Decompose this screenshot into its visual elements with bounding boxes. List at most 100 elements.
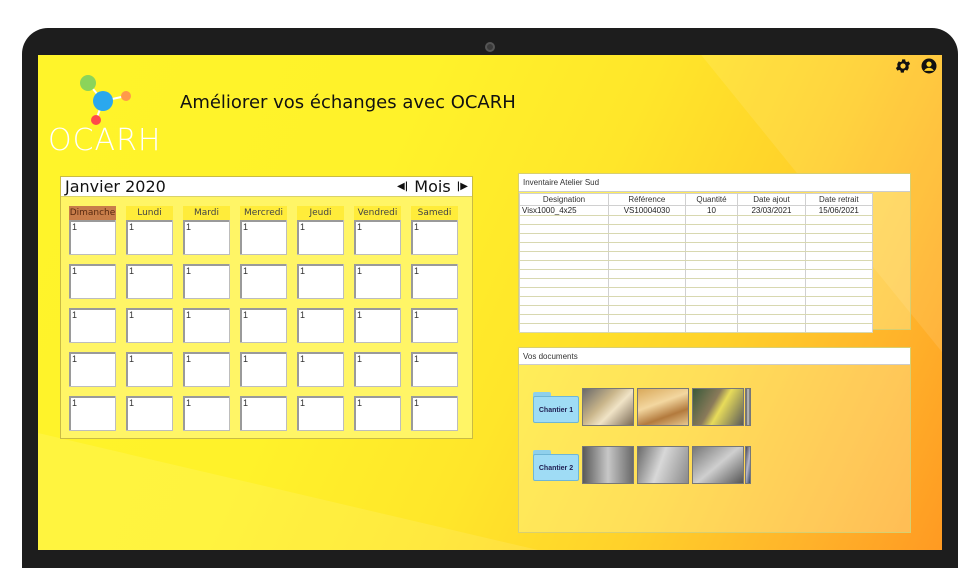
photo-thumbnail[interactable] — [745, 446, 751, 484]
ocarh-logo: OCARH — [48, 73, 163, 158]
table-row[interactable] — [518, 305, 874, 315]
app-screen: OCARH Améliorer vos échanges avec OCARH … — [38, 55, 942, 550]
calendar-day-cell[interactable]: 1 — [69, 396, 116, 431]
calendar-day-cell[interactable]: 1 — [240, 352, 287, 387]
calendar-day-cell[interactable]: 1 — [354, 352, 401, 387]
calendar-day-cell[interactable]: 1 — [126, 308, 173, 343]
calendar-day-cell[interactable]: 1 — [297, 308, 344, 343]
inventory-title: Inventaire Atelier Sud — [519, 174, 910, 192]
table-cell — [518, 296, 610, 306]
photo-thumbnail[interactable] — [582, 446, 634, 484]
table-cell — [608, 314, 686, 324]
calendar-header: Janvier 2020 ◀| Mois |▶ — [61, 177, 472, 197]
table-cell — [518, 215, 610, 225]
table-cell — [737, 242, 806, 252]
calendar-day-cell[interactable]: 1 — [126, 396, 173, 431]
calendar-day-cell[interactable]: 1 — [240, 220, 287, 255]
calendar-day-cell[interactable]: 1 — [69, 220, 116, 255]
logo-text: OCARH — [48, 123, 162, 158]
calendar-day-cell[interactable]: 1 — [240, 264, 287, 299]
calendar-day-cell[interactable]: 1 — [69, 352, 116, 387]
table-cell — [684, 296, 739, 306]
table-row[interactable] — [518, 224, 874, 234]
table-cell: 15/06/2021 — [804, 205, 874, 216]
table-row[interactable] — [518, 233, 874, 243]
table-cell — [684, 314, 739, 324]
calendar-day-cell[interactable]: 1 — [411, 352, 458, 387]
calendar-day-cell[interactable]: 1 — [183, 396, 230, 431]
table-cell — [518, 269, 610, 279]
calendar-day-cell[interactable]: 1 — [69, 264, 116, 299]
table-cell — [804, 323, 874, 333]
calendar-day-cell[interactable]: 1 — [183, 352, 230, 387]
calendar-day-cell[interactable]: 1 — [411, 396, 458, 431]
documents-panel: Vos documents Chantier 1 Chantier 2 — [518, 347, 911, 533]
table-cell — [518, 224, 610, 234]
calendar-day-cell[interactable]: 1 — [126, 264, 173, 299]
photo-thumbnail[interactable] — [637, 388, 689, 426]
table-cell — [684, 287, 739, 297]
table-row[interactable] — [518, 251, 874, 261]
calendar-day-cell[interactable]: 1 — [297, 352, 344, 387]
user-icon[interactable] — [920, 57, 938, 75]
table-row[interactable] — [518, 260, 874, 270]
photo-thumbnail[interactable] — [692, 388, 744, 426]
table-row[interactable] — [518, 242, 874, 252]
calendar-day-cell[interactable]: 1 — [126, 220, 173, 255]
calendar-day-cell[interactable]: 1 — [183, 220, 230, 255]
table-cell: VS10004030 — [608, 205, 686, 216]
calendar-view-label[interactable]: Mois — [414, 177, 450, 196]
table-cell — [518, 287, 610, 297]
calendar-day-cell[interactable]: 1 — [354, 220, 401, 255]
next-icon[interactable]: |▶ — [457, 181, 468, 192]
photo-thumbnail[interactable] — [745, 388, 751, 426]
table-cell — [684, 251, 739, 261]
weekday-mercredi: Mercredi — [240, 206, 287, 220]
calendar-day-cell[interactable]: 1 — [297, 264, 344, 299]
weekday-jeudi: Jeudi — [297, 206, 344, 220]
table-cell — [518, 260, 610, 270]
table-cell — [684, 269, 739, 279]
calendar-day-cell[interactable]: 1 — [240, 308, 287, 343]
table-row[interactable] — [518, 323, 874, 333]
table-cell — [804, 224, 874, 234]
photo-thumbnail[interactable] — [637, 446, 689, 484]
table-cell — [804, 260, 874, 270]
folder-chantier-2[interactable]: Chantier 2 — [533, 450, 579, 481]
folder-chantier-1[interactable]: Chantier 1 — [533, 392, 579, 423]
calendar-day-cell[interactable]: 1 — [354, 264, 401, 299]
table-row[interactable] — [518, 287, 874, 297]
calendar-day-cell[interactable]: 1 — [354, 308, 401, 343]
photo-thumbnail[interactable] — [692, 446, 744, 484]
documents-title: Vos documents — [519, 348, 910, 365]
photo-thumbnail[interactable] — [582, 388, 634, 426]
weekday-samedi: Samedi — [411, 206, 458, 220]
calendar-day-cell[interactable]: 1 — [297, 220, 344, 255]
calendar-day-cell[interactable]: 1 — [297, 396, 344, 431]
table-row[interactable] — [518, 278, 874, 288]
table-row[interactable] — [518, 296, 874, 306]
calendar-day-cell[interactable]: 1 — [354, 396, 401, 431]
previous-icon[interactable]: ◀| — [397, 181, 408, 192]
table-row[interactable] — [518, 314, 874, 324]
calendar-day-cell[interactable]: 1 — [411, 308, 458, 343]
table-cell — [518, 278, 610, 288]
table-row[interactable] — [518, 269, 874, 279]
weekday-lundi: Lundi — [126, 206, 173, 220]
table-row[interactable]: Visx1000_4x25 VS10004030 10 23/03/2021 15/06… — [518, 205, 874, 216]
calendar-day-cell[interactable]: 1 — [411, 220, 458, 255]
folder-label: Chantier 2 — [533, 454, 579, 481]
table-cell — [737, 305, 806, 315]
table-row[interactable] — [518, 215, 874, 225]
calendar-day-cell[interactable]: 1 — [183, 264, 230, 299]
calendar-day-cell[interactable]: 1 — [126, 352, 173, 387]
table-cell: 10 — [684, 205, 739, 216]
calendar-day-cell[interactable]: 1 — [183, 308, 230, 343]
table-cell — [684, 305, 739, 315]
gear-icon[interactable] — [894, 57, 912, 75]
calendar-day-cell[interactable]: 1 — [69, 308, 116, 343]
calendar-day-cell[interactable]: 1 — [411, 264, 458, 299]
table-cell — [804, 251, 874, 261]
table-cell — [804, 269, 874, 279]
calendar-day-cell[interactable]: 1 — [240, 396, 287, 431]
